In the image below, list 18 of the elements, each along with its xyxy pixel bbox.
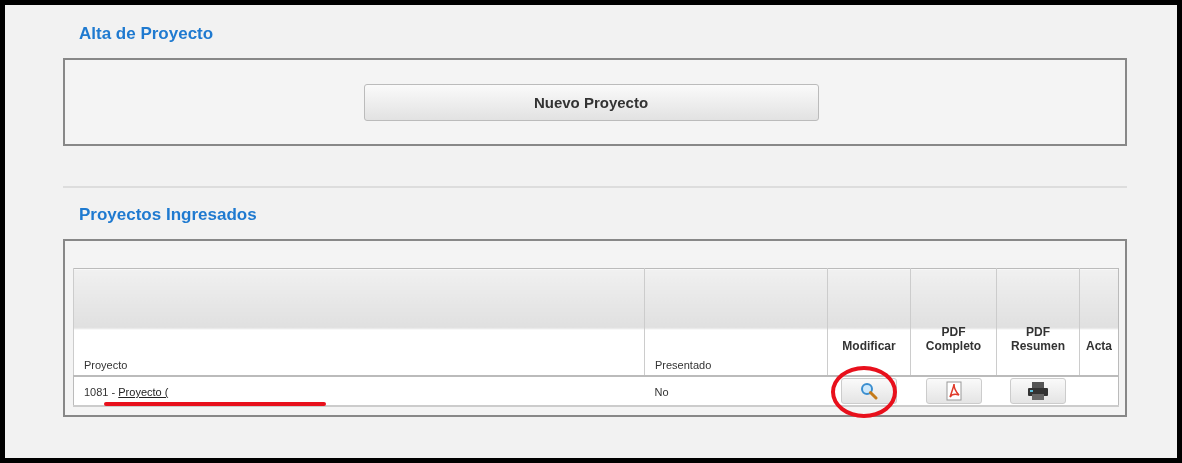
new-project-button[interactable]: Nuevo Proyecto [363,83,819,121]
project-id: 1081 - [84,386,116,398]
column-header: Presentado [655,359,712,371]
printer-icon [1027,381,1049,401]
section-title: Proyectos Ingresados [79,205,258,225]
table-cell: No [644,376,828,406]
column-header: Proyecto [84,359,128,371]
search-icon [860,382,878,400]
modify-button[interactable] [841,378,897,404]
pdf-button[interactable] [925,378,982,404]
print-button[interactable] [1010,378,1066,404]
column-header: PDF Resumen [1010,325,1066,353]
project-link[interactable]: Proyecto ( [118,386,169,398]
section-title: Alta de Proyecto [79,24,215,44]
column-header: Modificar [842,339,896,353]
column-header: PDF Completo [924,325,983,353]
column-header: Acta [1086,339,1112,353]
pdf-icon [945,381,962,401]
